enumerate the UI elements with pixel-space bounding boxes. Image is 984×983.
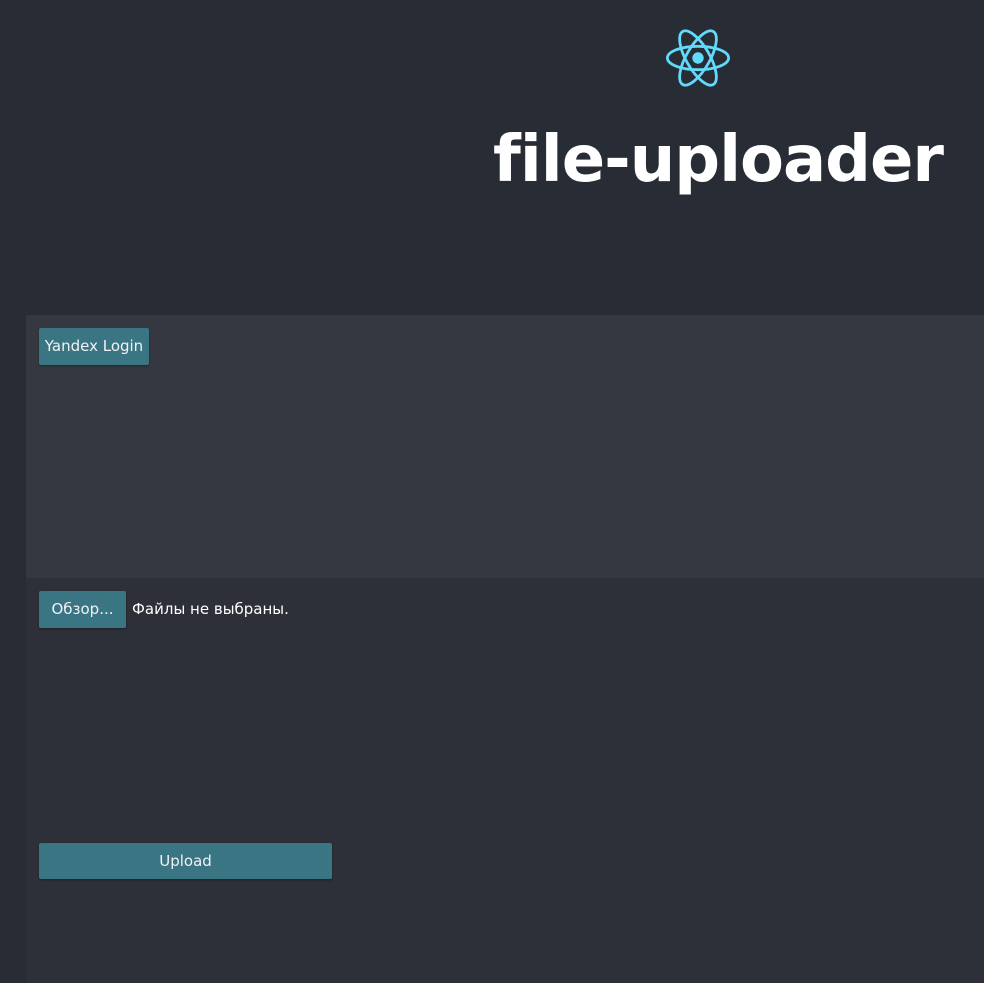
page: file-uploader Yandex Login Обзор... Файл… <box>0 0 984 983</box>
react-atom-icon <box>666 29 730 87</box>
upload-panel: Обзор... Файлы не выбраны. Upload <box>26 578 984 983</box>
page-title: file-uploader <box>493 123 944 197</box>
yandex-login-button[interactable]: Yandex Login <box>39 328 149 365</box>
browse-files-button[interactable]: Обзор... <box>39 591 126 628</box>
app-header: file-uploader <box>0 0 984 315</box>
login-panel: Yandex Login <box>26 315 984 578</box>
file-status-label: Файлы не выбраны. <box>132 600 289 618</box>
upload-button[interactable]: Upload <box>39 843 332 879</box>
